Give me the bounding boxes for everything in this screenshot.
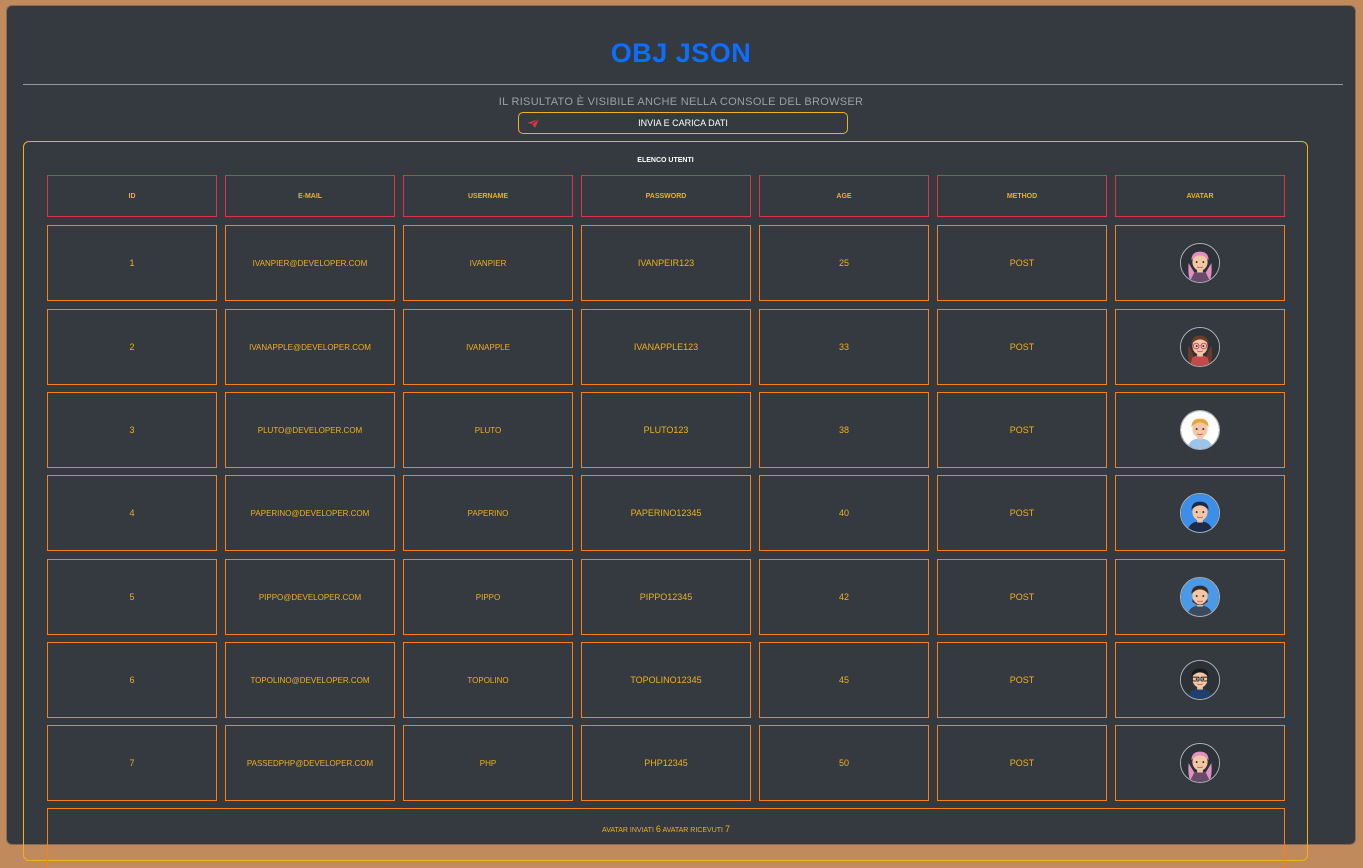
table-cell-age: 38 xyxy=(759,392,929,468)
table-cell-age: 40 xyxy=(759,475,929,551)
table-cell-username: ivanpier xyxy=(403,225,573,301)
users-panel: Elenco utenti ID E-MAIL USERNAME PASSWORD AG… xyxy=(23,141,1308,868)
table-cell-method: POST xyxy=(937,642,1107,718)
woman-glasses-icon xyxy=(1181,328,1219,366)
avatar xyxy=(1180,660,1220,700)
avatar xyxy=(1180,743,1220,783)
avatar-cell xyxy=(1115,392,1285,468)
table-cell-id: 3 xyxy=(47,392,217,468)
table-cell-id: 2 xyxy=(47,309,217,385)
divider xyxy=(23,84,1343,85)
man-glasses-icon xyxy=(1181,661,1219,699)
man-blue-bg-icon xyxy=(1181,494,1219,532)
column-header-id: ID xyxy=(47,175,217,217)
send-button-label: Invia e carica dati xyxy=(638,118,728,128)
table-cell-id: 6 xyxy=(47,642,217,718)
avatar-summary: avatar inviati 6 avatar ricevuti 7 xyxy=(47,808,1285,868)
table-cell-age: 33 xyxy=(759,309,929,385)
app-window: OBJ JSON Il risultato è visibile anche n… xyxy=(6,5,1356,868)
avatar xyxy=(1180,327,1220,367)
table-cell-age: 50 xyxy=(759,725,929,801)
avatar-summary-text: avatar inviati 6 avatar ricevuti 7 xyxy=(48,824,1284,834)
table-cell-method: POST xyxy=(937,725,1107,801)
column-header-method: METHOD xyxy=(937,175,1107,217)
send-and-load-button[interactable]: Invia e carica dati xyxy=(518,112,848,134)
table-cell-age: 45 xyxy=(759,642,929,718)
table-cell-password: php12345 xyxy=(581,725,751,801)
table-cell-email: passedphp@developer.com xyxy=(225,725,395,801)
table-cell-username: paperino xyxy=(403,475,573,551)
table-cell-age: 42 xyxy=(759,559,929,635)
table-cell-id: 7 xyxy=(47,725,217,801)
avatar-cell xyxy=(1115,642,1285,718)
table-cell-password: ivanapple123 xyxy=(581,309,751,385)
avatar xyxy=(1180,243,1220,283)
table-cell-email: topolino@developer.com xyxy=(225,642,395,718)
blond-boy-icon xyxy=(1181,411,1219,449)
table-cell-email: ivanapple@developer.com xyxy=(225,309,395,385)
table-cell-username: topolino xyxy=(403,642,573,718)
avatar-cell xyxy=(1115,225,1285,301)
table-cell-password: pippo12345 xyxy=(581,559,751,635)
avatar-cell xyxy=(1115,309,1285,385)
column-header-password: PASSWORD xyxy=(581,175,751,217)
table-cell-method: POST xyxy=(937,309,1107,385)
table-cell-email: paperino@developer.com xyxy=(225,475,395,551)
table-cell-id: 4 xyxy=(47,475,217,551)
avatar xyxy=(1180,493,1220,533)
avatar-received-count: 7 xyxy=(724,824,730,834)
avatar-cell xyxy=(1115,725,1285,801)
table-cell-email: ivanpier@developer.com xyxy=(225,225,395,301)
page-title: OBJ JSON xyxy=(610,38,752,68)
table-cell-password: pluto123 xyxy=(581,392,751,468)
avatar-cell xyxy=(1115,559,1285,635)
console-hint: Il risultato è visibile anche nella cons… xyxy=(498,96,864,108)
avatar xyxy=(1180,410,1220,450)
table-cell-password: paperino12345 xyxy=(581,475,751,551)
table-cell-username: pluto xyxy=(403,392,573,468)
table-cell-password: topolino12345 xyxy=(581,642,751,718)
column-header-email: E-MAIL xyxy=(225,175,395,217)
avatar xyxy=(1180,577,1220,617)
avatar-sent-count: 6 xyxy=(655,824,661,834)
table-cell-age: 25 xyxy=(759,225,929,301)
table-caption: Elenco utenti xyxy=(637,157,694,164)
table-cell-username: ivanapple xyxy=(403,309,573,385)
table-cell-email: pluto@developer.com xyxy=(225,392,395,468)
column-header-avatar: AVATAR xyxy=(1115,175,1285,217)
column-header-username: USERNAME xyxy=(403,175,573,217)
table-cell-email: pippo@developer.com xyxy=(225,559,395,635)
woman-pink-hair-icon xyxy=(1181,744,1219,782)
table-cell-username: pippo xyxy=(403,559,573,635)
bearded-man-icon xyxy=(1181,578,1219,616)
table-cell-method: POST xyxy=(937,475,1107,551)
column-header-age: AGE xyxy=(759,175,929,217)
avatar-received-label: avatar ricevuti xyxy=(662,827,723,834)
table-cell-method: POST xyxy=(937,392,1107,468)
table-cell-username: php xyxy=(403,725,573,801)
table-cell-id: 1 xyxy=(47,225,217,301)
avatar-sent-label: avatar inviati xyxy=(602,827,654,834)
table-cell-password: ivanpeir123 xyxy=(581,225,751,301)
table-cell-id: 5 xyxy=(47,559,217,635)
woman-pink-hair-icon xyxy=(1181,244,1219,282)
table-cell-method: POST xyxy=(937,559,1107,635)
avatar-cell xyxy=(1115,475,1285,551)
table-cell-method: POST xyxy=(937,225,1107,301)
